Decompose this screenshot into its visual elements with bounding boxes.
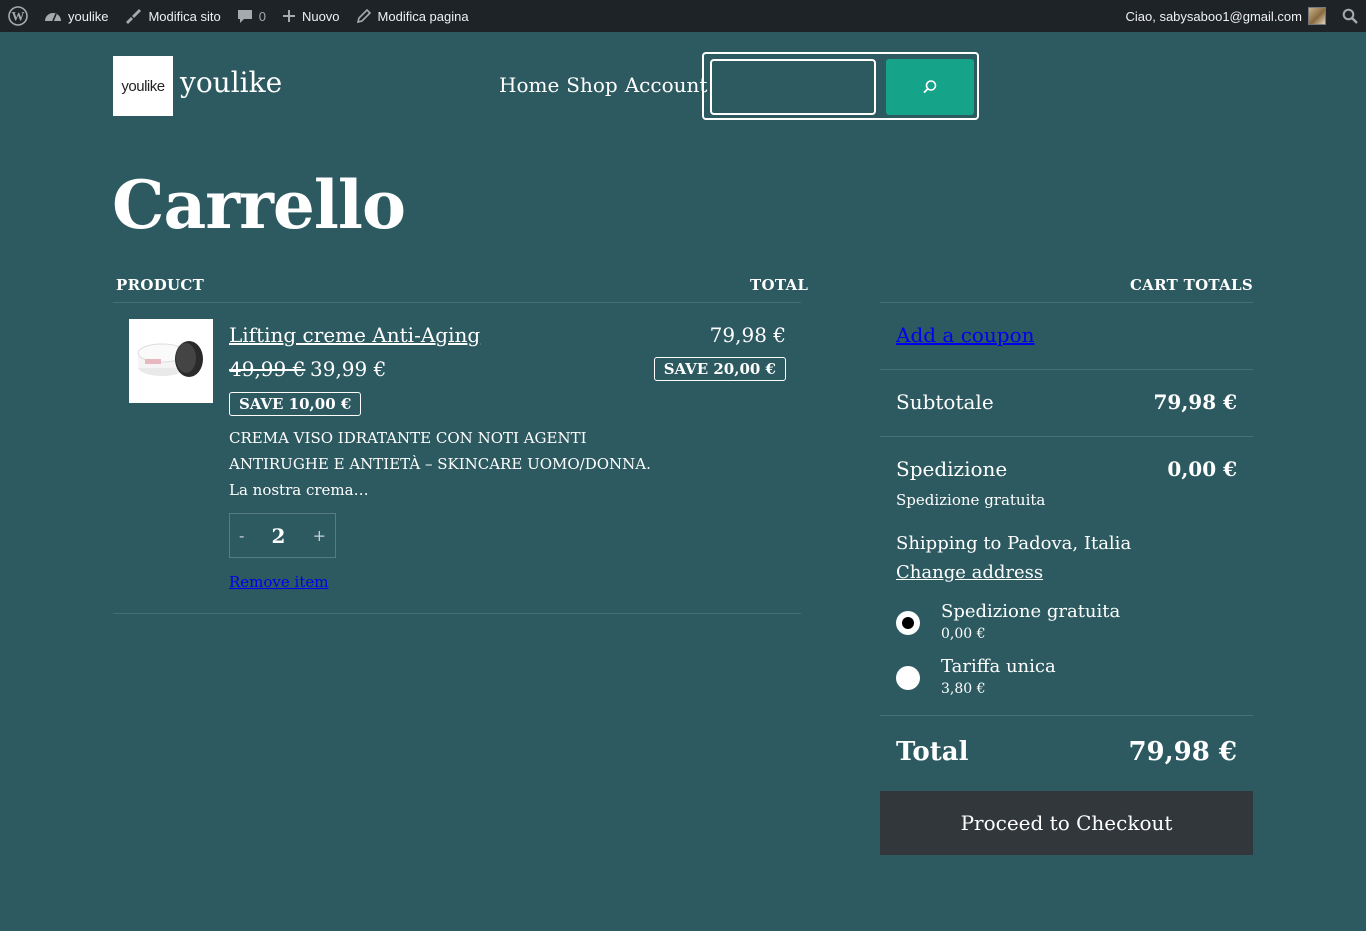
column-header-product: PRODUCT — [116, 276, 205, 294]
quantity-decrease-button[interactable]: - — [239, 526, 244, 545]
change-address-link[interactable]: Change address — [896, 562, 1043, 583]
plus-icon — [282, 10, 295, 22]
new-content-link[interactable]: Nuovo — [274, 0, 348, 32]
wordpress-logo-icon[interactable]: W — [0, 0, 36, 32]
search-button[interactable] — [886, 59, 974, 115]
shipping-value: 0,00 € — [1167, 457, 1237, 481]
quantity-stepper: - 2 + — [229, 513, 336, 558]
avatar — [1308, 7, 1326, 25]
edit-site-label: Modifica sito — [148, 8, 221, 24]
shipping-label: Spedizione — [896, 457, 1008, 481]
brush-icon — [126, 9, 142, 24]
divider — [880, 369, 1253, 370]
logo-text: youlike — [121, 77, 165, 95]
shipping-method-text: Spedizione gratuita — [896, 491, 1046, 509]
proceed-to-checkout-button[interactable]: Proceed to Checkout — [880, 791, 1253, 855]
divider — [113, 613, 801, 614]
shipping-destination: Shipping to Padova, Italia — [896, 533, 1132, 554]
divider — [880, 436, 1253, 437]
line-save-badge: SAVE 20,00 € — [653, 357, 786, 381]
total-label: Total — [896, 737, 969, 767]
site-logo[interactable]: youlike — [113, 56, 173, 116]
nav-account[interactable]: Account — [625, 73, 708, 97]
search-form — [702, 52, 979, 120]
shipping-option-free-label[interactable]: Spedizione gratuita — [941, 601, 1120, 622]
divider — [880, 302, 1253, 303]
shipping-option-flat-label[interactable]: Tariffa unica — [941, 656, 1056, 677]
divider — [113, 302, 801, 303]
shipping-option-free-radio[interactable] — [896, 611, 920, 635]
quantity-increase-button[interactable]: + — [313, 526, 326, 545]
shipping-option-flat-price: 3,80 € — [941, 681, 986, 697]
svg-text:W: W — [12, 9, 25, 24]
comments-count: 0 — [258, 8, 266, 24]
site-title[interactable]: youlike — [180, 66, 282, 99]
column-header-total: TOTAL — [750, 276, 809, 294]
admin-bar: W youlike Modifica sito 0 Nuovo Modifica… — [0, 0, 1366, 32]
comments-link[interactable]: 0 — [229, 0, 274, 32]
product-description: CREMA VISO IDRATANTE CON NOTI AGENTI ANT… — [229, 429, 651, 499]
shipping-option-free-price: 0,00 € — [941, 626, 986, 642]
cart-totals-heading: CART TOTALS — [1129, 276, 1253, 294]
pencil-icon — [356, 8, 371, 24]
remove-item-link[interactable]: Remove item — [229, 573, 328, 591]
admin-search-button[interactable] — [1334, 0, 1366, 32]
edit-site-link[interactable]: Modifica sito — [116, 0, 228, 32]
search-icon — [1342, 8, 1358, 24]
product-thumbnail[interactable] — [129, 319, 213, 403]
search-icon — [923, 80, 937, 94]
nav-home[interactable]: Home — [499, 73, 559, 97]
shipping-option-flat-radio[interactable] — [896, 666, 920, 690]
account-menu[interactable]: Ciao, sabysaboo1@gmail.com — [1117, 0, 1334, 32]
main-navigation: Home Shop Account — [499, 73, 714, 97]
new-label: Nuovo — [301, 8, 340, 24]
divider — [880, 715, 1253, 716]
quantity-value[interactable]: 2 — [272, 524, 286, 548]
subtotal-value: 79,98 € — [1153, 390, 1237, 414]
nav-shop[interactable]: Shop — [566, 73, 617, 97]
original-price: 49,99 € — [229, 357, 306, 381]
add-coupon-link[interactable]: Add a coupon — [896, 323, 1035, 347]
unit-save-badge: SAVE 10,00 € — [229, 392, 362, 416]
page-title: Carrello — [112, 166, 406, 244]
edit-page-label: Modifica pagina — [377, 8, 469, 24]
product-name-link[interactable]: Lifting creme Anti-Aging — [229, 323, 480, 347]
comment-icon — [237, 10, 252, 23]
search-input[interactable] — [710, 59, 876, 115]
admin-site-name: youlike — [68, 8, 109, 24]
total-value: 79,98 € — [1128, 737, 1237, 767]
dashboard-icon — [45, 13, 61, 22]
greeting-text: Ciao, sabysaboo1@gmail.com — [1125, 8, 1302, 24]
subtotal-label: Subtotale — [896, 390, 994, 414]
line-total: 79,98 € — [709, 323, 786, 347]
edit-page-link[interactable]: Modifica pagina — [348, 0, 477, 32]
admin-site-link[interactable]: youlike — [36, 0, 116, 32]
sale-price: 39,99 € — [310, 357, 387, 381]
